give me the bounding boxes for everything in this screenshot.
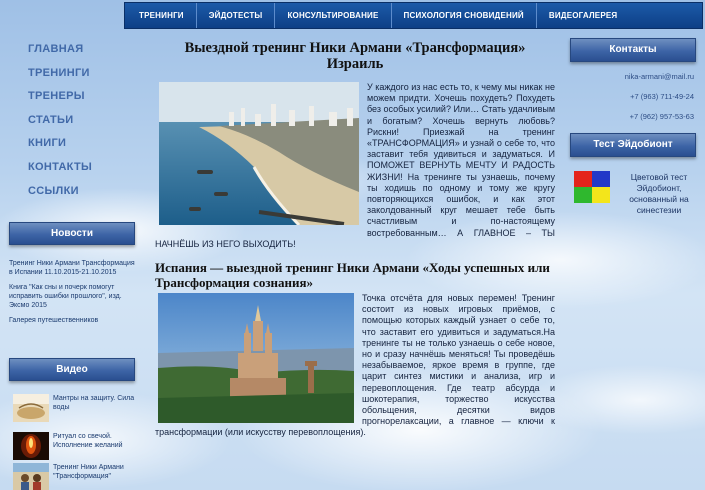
sidebar-item-trainers[interactable]: ТРЕНЕРЫ — [28, 89, 92, 113]
nav-consulting[interactable]: КОНСУЛЬТИРОВАНИЕ — [275, 3, 392, 28]
sidebar-item-links[interactable]: ССЫЛКИ — [28, 184, 92, 208]
color-test-header: Тест Эйдобионт — [570, 133, 696, 157]
news-list: Тренинг Ники Армани Трансформация в Испа… — [9, 259, 137, 331]
video-item[interactable]: Мантры на защиту. Сила воды — [13, 394, 138, 422]
sidebar-item-contacts[interactable]: КОНТАКТЫ — [28, 160, 92, 184]
video-header: Видео — [9, 358, 135, 381]
color-test-logo[interactable] — [574, 171, 610, 203]
sidebar-item-trainings[interactable]: ТРЕНИНГИ — [28, 66, 92, 90]
video-item[interactable]: Ритуал со свечой. Исполнение желаний — [13, 432, 138, 460]
video-thumbnail-training — [13, 463, 49, 490]
tel-aviv-beach-image — [159, 82, 359, 225]
color-test-description[interactable]: Цветовой тест Эйдобионт, основанный на с… — [620, 172, 698, 216]
video-thumbnail-water — [13, 394, 49, 422]
news-header: Новости — [9, 222, 135, 245]
color-square-yellow — [592, 187, 610, 203]
sidebar-item-home[interactable]: ГЛАВНАЯ — [28, 42, 92, 66]
contacts-block: nika-armani@mail.ru +7 (963) 711-49-24 +… — [572, 72, 694, 132]
news-item[interactable]: Тренинг Ники Армани Трансформация в Испа… — [9, 259, 137, 277]
article-title[interactable]: Выездной тренинг Ники Армани «Трансформа… — [155, 40, 555, 72]
nav-trainings[interactable]: ТРЕНИНГИ — [125, 3, 197, 28]
video-title: Мантры на защиту. Сила воды — [53, 395, 135, 411]
contacts-header: Контакты — [570, 38, 696, 62]
color-square-blue — [592, 171, 610, 187]
video-title: Тренинг Ники Армани "Трансформация" — [53, 464, 124, 480]
contact-phone: +7 (963) 711-49-24 — [630, 92, 694, 101]
article-title[interactable]: Испания — выездной тренинг Ники Армани «… — [155, 260, 555, 290]
contact-email[interactable]: nika-armani@mail.ru — [572, 72, 694, 81]
news-item[interactable]: Галерея путешественников — [9, 316, 137, 325]
sidebar-menu: ГЛАВНАЯ ТРЕНИНГИ ТРЕНЕРЫ СТАТЬИ КНИГИ КО… — [28, 42, 92, 207]
video-title: Ритуал со свечой. Исполнение желаний — [53, 433, 123, 449]
nav-eidotests[interactable]: ЭЙДОТЕСТЫ — [197, 3, 276, 28]
color-square-green — [574, 187, 592, 203]
nav-dream-psychology[interactable]: ПСИХОЛОГИЯ СНОВИДЕНИЙ — [392, 3, 537, 28]
color-square-red — [574, 171, 592, 187]
nav-video-gallery[interactable]: ВИДЕОГАЛЕРЕЯ — [537, 3, 629, 28]
video-item[interactable]: Тренинг Ники Армани "Трансформация" — [13, 463, 138, 490]
main-content: Выездной тренинг Ники Армани «Трансформа… — [155, 40, 555, 439]
tibidabo-church-image — [158, 293, 354, 424]
news-item[interactable]: Книга "Как сны и почерк помогут исправит… — [9, 283, 137, 310]
sidebar-item-articles[interactable]: СТАТЬИ — [28, 113, 92, 137]
contact-phone: +7 (962) 957-53-63 — [629, 112, 694, 121]
top-navigation: ТРЕНИНГИ ЭЙДОТЕСТЫ КОНСУЛЬТИРОВАНИЕ ПСИХ… — [124, 2, 703, 29]
sidebar-item-books[interactable]: КНИГИ — [28, 136, 92, 160]
video-thumbnail-candle — [13, 432, 49, 460]
